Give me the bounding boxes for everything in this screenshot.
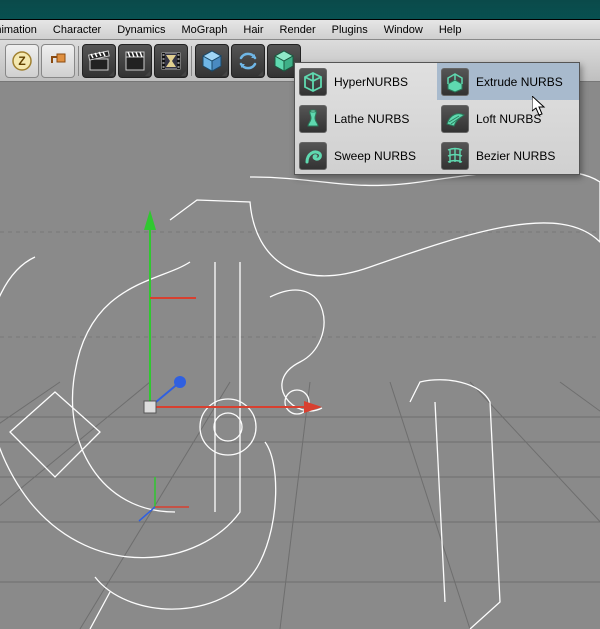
menu-lathe-nurbs[interactable]: Lathe NURBS (295, 100, 437, 137)
menu-sweep-nurbs[interactable]: Sweep NURBS (295, 137, 437, 174)
rotate-arrows-button[interactable] (231, 44, 265, 78)
nurbs-dropdown-menu: HyperNURBS Extrude NURBS Lathe NURBS Lof… (294, 62, 580, 175)
axis-gizmo (144, 210, 322, 413)
clapper-open-icon (87, 49, 111, 73)
menu-render[interactable]: Render (272, 24, 324, 36)
menu-extrude-nurbs[interactable]: Extrude NURBS (437, 63, 579, 100)
menu-loft-nurbs[interactable]: Loft NURBS (437, 100, 579, 137)
menu-animation[interactable]: Animation (0, 24, 45, 36)
menu-label: Lathe NURBS (334, 112, 409, 126)
menu-window[interactable]: Window (376, 24, 431, 36)
menu-plugins[interactable]: Plugins (324, 24, 376, 36)
mini-axis-icon (139, 477, 189, 521)
menu-hair[interactable]: Hair (235, 24, 271, 36)
grid-curve-icon (444, 145, 466, 167)
menu-character[interactable]: Character (45, 24, 109, 36)
menu-hypernurbs[interactable]: HyperNURBS (295, 63, 437, 100)
menu-label: HyperNURBS (334, 75, 408, 89)
render-film-button[interactable] (154, 44, 188, 78)
menu-label: Bezier NURBS (476, 149, 555, 163)
wing-icon (444, 108, 466, 130)
clapper-closed-icon (123, 49, 147, 73)
menu-label: Extrude NURBS (476, 75, 563, 89)
svg-text:Z: Z (18, 54, 25, 68)
redo-button[interactable] (41, 44, 75, 78)
vase-icon (302, 108, 324, 130)
clapper-open-button[interactable] (82, 44, 116, 78)
cube-wire-icon (302, 71, 324, 93)
menu-label: Sweep NURBS (334, 149, 416, 163)
menu-bar: Animation Character Dynamics MoGraph Hai… (0, 20, 600, 40)
extrude-icon (444, 71, 466, 93)
undo-button[interactable]: Z (5, 44, 39, 78)
toolbar-separator (191, 46, 192, 76)
window-title-bar (0, 0, 600, 20)
menu-bezier-nurbs[interactable]: Bezier NURBS (437, 137, 579, 174)
swirl-icon (302, 145, 324, 167)
toolbar-separator (78, 46, 79, 76)
undo-z-icon: Z (11, 50, 33, 72)
menu-dynamics[interactable]: Dynamics (109, 24, 173, 36)
menu-label: Loft NURBS (476, 112, 541, 126)
redo-arrow-icon (47, 50, 69, 72)
menu-mograph[interactable]: MoGraph (174, 24, 236, 36)
menu-help[interactable]: Help (431, 24, 470, 36)
primitive-cube-button[interactable] (195, 44, 229, 78)
film-render-icon (159, 49, 183, 73)
clapper-closed-button[interactable] (118, 44, 152, 78)
